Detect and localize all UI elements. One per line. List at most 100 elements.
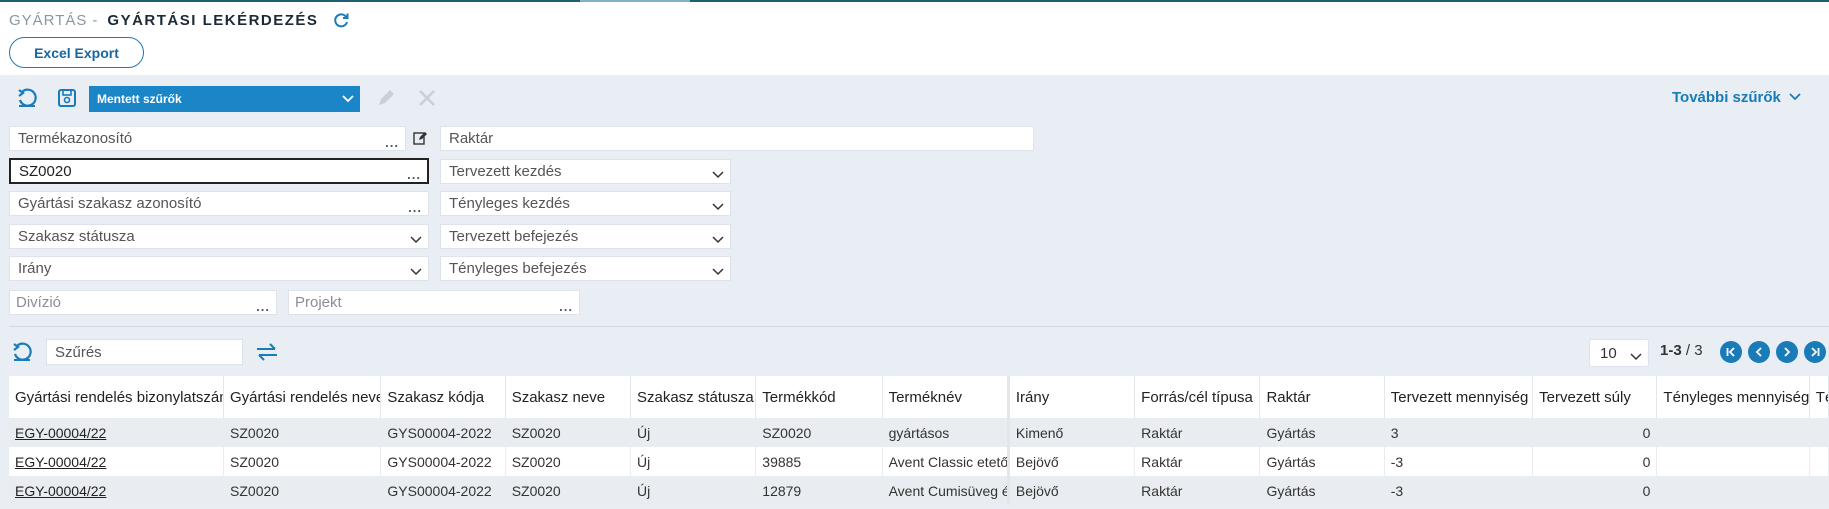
- breadcrumb-separator: -: [92, 11, 98, 29]
- page-size-select[interactable]: 10: [1589, 339, 1649, 367]
- production-query-table: Gyártási rendelés bizonylatszáma Gyártás…: [9, 376, 1829, 505]
- edit-filter-icon[interactable]: [374, 86, 398, 110]
- top-accent-line: [0, 0, 1829, 2]
- lookup-dots-icon[interactable]: ...: [408, 201, 422, 214]
- next-page-icon[interactable]: [1776, 341, 1798, 363]
- column-header[interactable]: Tényleges mennyiség: [1656, 376, 1810, 418]
- column-header[interactable]: Raktár: [1259, 376, 1385, 418]
- chevron-down-icon: [410, 264, 422, 281]
- table-cell: SZ0020: [505, 447, 631, 476]
- column-header[interactable]: Szakasz neve: [505, 376, 631, 418]
- table-cell: GYS00004-2022: [380, 447, 506, 476]
- project-label: Projekt: [295, 294, 342, 311]
- excel-export-button[interactable]: Excel Export: [9, 37, 144, 68]
- table-cell: Raktár: [1134, 447, 1261, 476]
- order-number-link[interactable]: EGY-00004/22: [15, 425, 106, 441]
- more-filters-button[interactable]: További szűrők: [1672, 89, 1801, 106]
- production-stage-id-label: Gyártási szakasz azonosító: [18, 195, 202, 212]
- reset-filter-icon[interactable]: [15, 86, 39, 110]
- paging-info: 1-3 / 3: [1660, 342, 1703, 359]
- chevron-down-icon: [342, 93, 354, 107]
- reset-grid-icon[interactable]: [10, 340, 34, 364]
- chevron-down-icon: [712, 167, 724, 184]
- table-cell: Bejövő: [1006, 476, 1136, 505]
- table-cell: 0: [1532, 476, 1658, 505]
- column-header[interactable]: Té: [1809, 376, 1829, 418]
- table-cell[interactable]: EGY-00004/22: [9, 418, 225, 447]
- lookup-dots-icon[interactable]: ...: [256, 300, 270, 313]
- table-cell: SZ0020: [755, 418, 883, 447]
- project-field[interactable]: Projekt ...: [288, 290, 580, 315]
- lookup-dots-icon[interactable]: ...: [385, 136, 399, 149]
- table-cell: 0: [1532, 447, 1658, 476]
- table-cell: GYS00004-2022: [380, 418, 506, 447]
- table-cell[interactable]: EGY-00004/22: [9, 447, 225, 476]
- chevron-down-icon: [712, 199, 724, 216]
- column-header[interactable]: Gyártási rendelés bizonylatszáma: [9, 376, 225, 418]
- divider: [9, 326, 1829, 327]
- division-field[interactable]: Divízió ...: [9, 290, 277, 315]
- table-header-row: Gyártási rendelés bizonylatszáma Gyártás…: [9, 376, 1829, 418]
- table-cell: [1809, 447, 1829, 476]
- order-number-link[interactable]: EGY-00004/22: [15, 483, 106, 499]
- stage-status-select[interactable]: Szakasz státusza: [9, 224, 429, 249]
- product-id-label: Termékazonosító: [18, 130, 133, 147]
- column-header[interactable]: Irány: [1006, 376, 1136, 418]
- product-id-field[interactable]: Termékazonosító ...: [9, 126, 406, 151]
- save-filter-icon[interactable]: [55, 86, 79, 110]
- paging-range: 1-3: [1660, 342, 1682, 359]
- breadcrumb-module[interactable]: GYÁRTÁS: [9, 12, 87, 29]
- direction-select[interactable]: Irány: [9, 256, 429, 281]
- column-header[interactable]: Termékkód: [755, 376, 883, 418]
- table-cell: [1656, 476, 1810, 505]
- swap-arrows-icon[interactable]: [255, 340, 279, 364]
- lookup-dots-icon[interactable]: ...: [407, 168, 421, 181]
- table-cell: SZ0020: [505, 418, 631, 447]
- production-stage-id-field[interactable]: Gyártási szakasz azonosító ...: [9, 191, 429, 216]
- warehouse-field[interactable]: Raktár: [440, 126, 1034, 151]
- actual-end-select[interactable]: Tényleges befejezés: [440, 256, 731, 281]
- stage-id-input[interactable]: SZ0020 ...: [9, 158, 429, 184]
- table-cell: -3: [1384, 476, 1534, 505]
- column-header[interactable]: Tervezett mennyiség: [1384, 376, 1534, 418]
- table-cell: Gyártás: [1259, 418, 1385, 447]
- table-row[interactable]: EGY-00004/22 SZ0020 GYS00004-2022 SZ0020…: [9, 418, 1829, 447]
- grid-search-input[interactable]: Szűrés: [46, 339, 243, 365]
- chevron-down-icon: [1630, 349, 1642, 366]
- table-cell: Gyártás: [1259, 447, 1385, 476]
- column-header[interactable]: Szakasz kódja: [380, 376, 506, 418]
- prev-page-icon[interactable]: [1748, 341, 1770, 363]
- column-header[interactable]: Terméknév: [882, 376, 1009, 418]
- edit-note-icon[interactable]: [409, 127, 431, 149]
- planned-start-label: Tervezett kezdés: [449, 163, 562, 180]
- stage-status-label: Szakasz státusza: [18, 228, 135, 245]
- table-cell: [1809, 418, 1829, 447]
- table-row[interactable]: EGY-00004/22 SZ0020 GYS00004-2022 SZ0020…: [9, 447, 1829, 476]
- table-cell: Avent Cumisüveg éjszakai: [882, 476, 1009, 505]
- planned-start-select[interactable]: Tervezett kezdés: [440, 159, 731, 184]
- chevron-down-icon: [1789, 89, 1801, 106]
- division-label: Divízió: [16, 294, 62, 311]
- column-header[interactable]: Forrás/cél típusa: [1134, 376, 1261, 418]
- chevron-down-icon: [712, 264, 724, 281]
- table-cell: Új: [630, 476, 757, 505]
- table-cell: [1809, 476, 1829, 505]
- saved-filters-dropdown[interactable]: Mentett szűrők: [89, 86, 360, 112]
- column-header[interactable]: Szakasz státusza: [630, 376, 757, 418]
- column-header[interactable]: Gyártási rendelés neve: [223, 376, 382, 418]
- order-number-link[interactable]: EGY-00004/22: [15, 454, 106, 470]
- table-row[interactable]: EGY-00004/22 SZ0020 GYS00004-2022 SZ0020…: [9, 476, 1829, 505]
- last-page-icon[interactable]: [1804, 341, 1826, 363]
- table-cell: -3: [1384, 447, 1534, 476]
- table-cell: [1656, 447, 1810, 476]
- planned-end-select[interactable]: Tervezett befejezés: [440, 224, 731, 249]
- column-header[interactable]: Tervezett súly: [1532, 376, 1658, 418]
- paging-total: / 3: [1685, 342, 1703, 359]
- refresh-icon[interactable]: [332, 11, 350, 29]
- table-cell[interactable]: EGY-00004/22: [9, 476, 225, 505]
- lookup-dots-icon[interactable]: ...: [559, 300, 573, 313]
- actual-start-select[interactable]: Tényleges kezdés: [440, 191, 731, 216]
- first-page-icon[interactable]: [1720, 341, 1742, 363]
- delete-filter-icon[interactable]: [415, 86, 439, 110]
- actual-start-label: Tényleges kezdés: [449, 195, 570, 212]
